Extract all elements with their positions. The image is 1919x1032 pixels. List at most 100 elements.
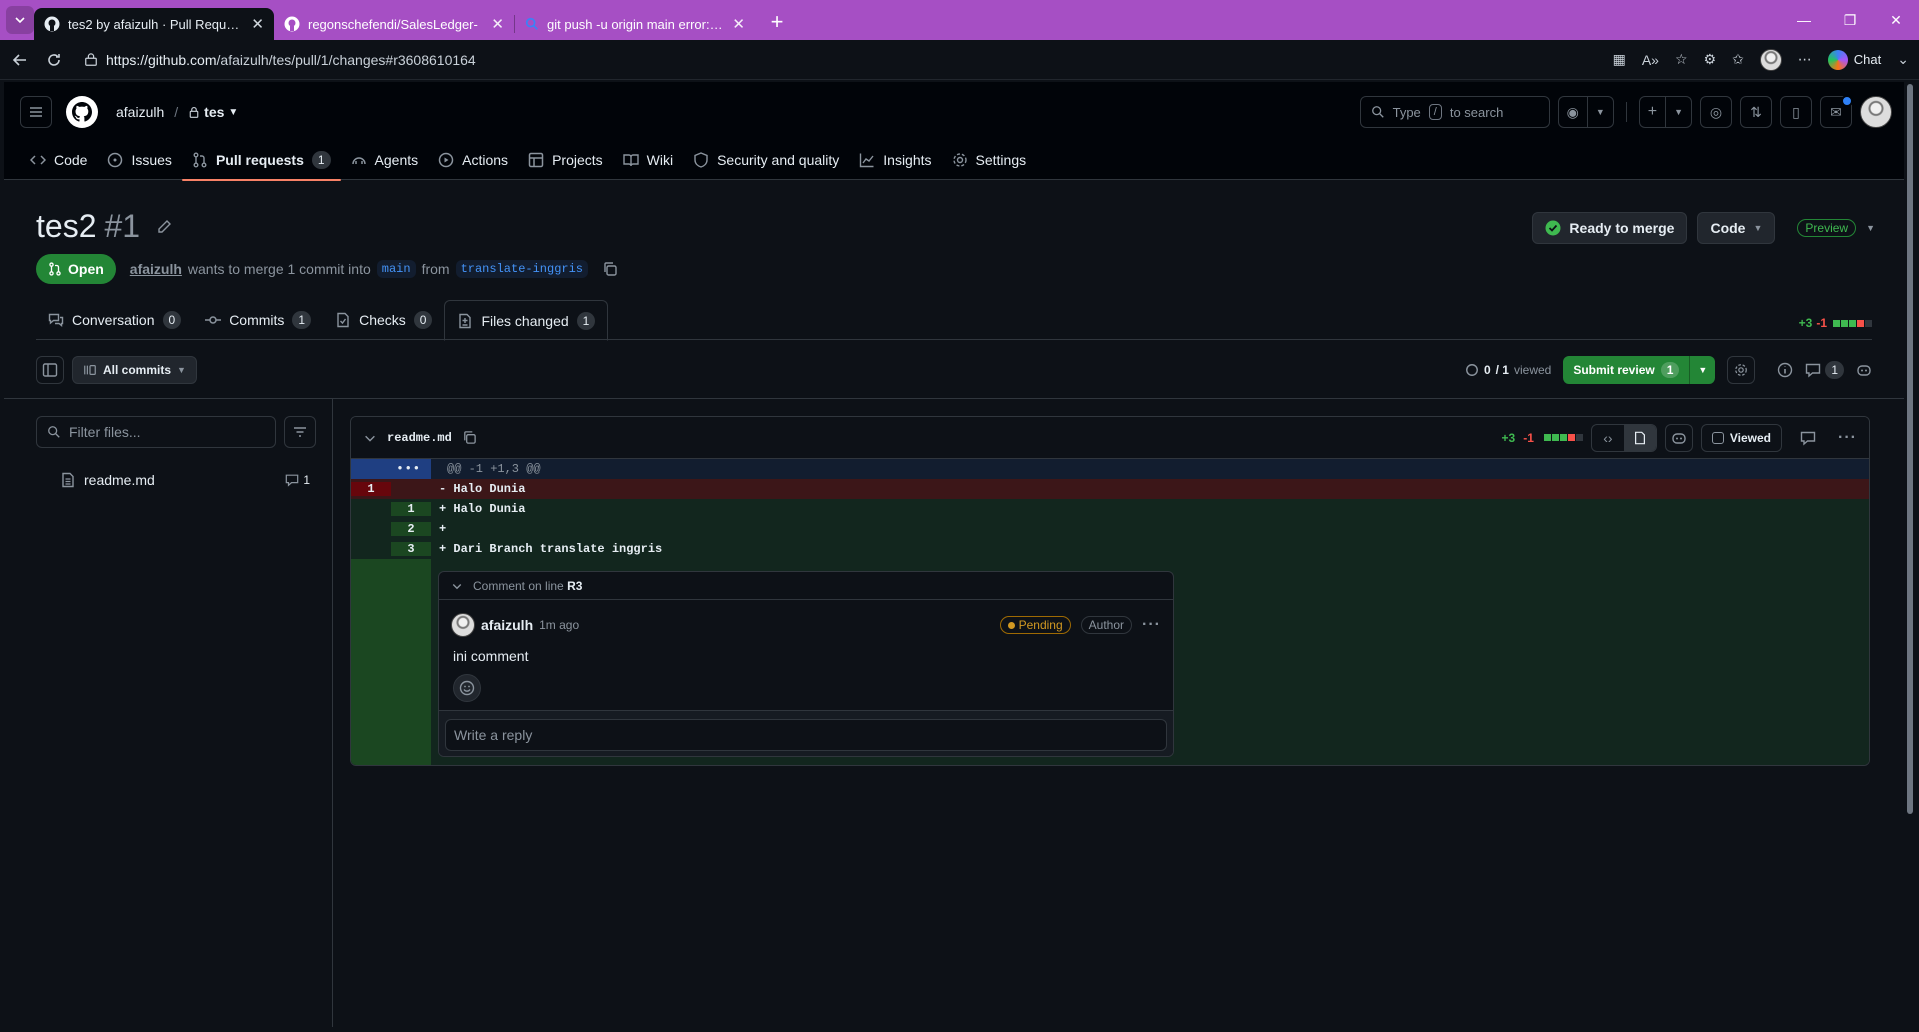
- tab-menu-button[interactable]: [6, 6, 34, 34]
- copy-icon[interactable]: [462, 430, 477, 445]
- menu-icon: [30, 107, 42, 117]
- github-logo-icon[interactable]: [66, 96, 98, 128]
- browser-tab-salesledger[interactable]: regonschefendi/SalesLedger- ✕: [274, 8, 514, 40]
- pr-author-link[interactable]: afaizulh: [130, 261, 182, 277]
- nav-projects[interactable]: Projects: [518, 140, 613, 180]
- close-window-icon[interactable]: ✕: [1873, 0, 1919, 40]
- ready-to-merge-button[interactable]: Ready to merge: [1532, 212, 1688, 244]
- copilot-icon[interactable]: [1856, 362, 1872, 378]
- copilot-button[interactable]: ◉ ▼: [1557, 96, 1614, 128]
- app-available-icon[interactable]: ▦: [1613, 51, 1626, 68]
- extensions-icon[interactable]: ⚙: [1704, 51, 1717, 68]
- tab-files-changed[interactable]: Files changed 1: [444, 300, 609, 341]
- more-menu-icon[interactable]: ⋯: [1798, 51, 1812, 68]
- preview-badge[interactable]: Preview: [1797, 219, 1857, 237]
- favorite-star-icon[interactable]: ☆: [1675, 51, 1688, 68]
- restore-icon[interactable]: ❐: [1827, 0, 1873, 40]
- comment-options-icon[interactable]: ···: [1142, 616, 1161, 634]
- browser-tab-pr[interactable]: tes2 by afaizulh · Pull Request #1 · ✕: [34, 8, 274, 40]
- nav-insights[interactable]: Insights: [849, 140, 941, 180]
- avatar[interactable]: [451, 613, 475, 637]
- head-branch[interactable]: translate-inggris: [455, 260, 588, 278]
- scrollbar-thumb[interactable]: [1907, 84, 1913, 814]
- diff-line-added[interactable]: 1 + Halo Dunia: [351, 499, 1869, 519]
- chevron-down-icon[interactable]: [363, 431, 377, 445]
- caret-down-icon[interactable]: ▼: [1866, 223, 1875, 233]
- search-input[interactable]: Type / to search: [1359, 96, 1550, 128]
- diff-settings-button[interactable]: [1727, 356, 1756, 384]
- diff-line-added[interactable]: 3 + Dari Branch translate inggris: [351, 539, 1869, 559]
- code-icon: [30, 155, 46, 165]
- url-field[interactable]: https://github.com/afaizulh/tes/pull/1/c…: [78, 46, 1599, 74]
- caret-down-icon[interactable]: ▼: [1690, 365, 1715, 375]
- favorites-icon[interactable]: ✩: [1732, 51, 1744, 68]
- nav-security[interactable]: Security and quality: [683, 140, 849, 180]
- more-options-icon[interactable]: ···: [1838, 429, 1857, 447]
- code-view-icon[interactable]: ‹›: [1592, 425, 1624, 451]
- base-branch[interactable]: main: [376, 260, 416, 278]
- inbox-icon[interactable]: ✉: [1820, 95, 1853, 128]
- refresh-icon[interactable]: [44, 52, 64, 68]
- tab-conversation[interactable]: Conversation 0: [36, 300, 193, 340]
- filter-files-input[interactable]: Filter files...: [36, 416, 276, 448]
- caret-down-icon: ▼: [1753, 223, 1763, 233]
- comment-time[interactable]: 1m ago: [539, 618, 579, 632]
- file-tree-item[interactable]: readme.md 1: [60, 468, 310, 492]
- add-reaction-button[interactable]: [453, 674, 481, 702]
- copy-icon[interactable]: [602, 261, 618, 277]
- pull-request-icon: [193, 152, 207, 168]
- repo-link[interactable]: tes ▼: [188, 104, 238, 120]
- nav-issues[interactable]: Issues: [97, 140, 181, 180]
- diff-line-added[interactable]: 2 +: [351, 519, 1869, 539]
- profile-avatar[interactable]: [1759, 48, 1782, 71]
- tab-close-icon[interactable]: ✕: [491, 15, 504, 33]
- site-info-icon[interactable]: [84, 52, 98, 67]
- pull-requests-icon[interactable]: ⇅: [1740, 96, 1772, 128]
- browser-tab-search[interactable]: git push -u origin main error: src r ✕: [515, 8, 755, 40]
- chevron-down-icon[interactable]: ⌄: [1897, 51, 1909, 68]
- hamburger-menu-button[interactable]: [20, 96, 52, 128]
- comment-icon[interactable]: [1800, 430, 1816, 446]
- nav-wiki[interactable]: Wiki: [613, 140, 683, 180]
- submit-review-button[interactable]: Submit review 1 ▼: [1563, 356, 1716, 384]
- comment-thread-header[interactable]: Comment on line R3: [439, 572, 1173, 600]
- nav-agents[interactable]: Agents: [341, 140, 429, 180]
- comments-toggle[interactable]: 1: [1805, 361, 1844, 379]
- nav-actions[interactable]: Actions: [428, 140, 518, 180]
- issues-icon[interactable]: ◎: [1700, 96, 1732, 128]
- checklist-icon: [337, 312, 349, 328]
- expand-hunk-button[interactable]: •••: [351, 459, 431, 479]
- rich-view-icon[interactable]: [1623, 424, 1656, 451]
- all-commits-dropdown[interactable]: All commits ▼: [72, 356, 197, 384]
- diff-line-deleted[interactable]: 1 - Halo Dunia: [351, 479, 1869, 499]
- back-icon[interactable]: [10, 52, 30, 68]
- info-icon[interactable]: [1777, 362, 1793, 378]
- copilot-file-button[interactable]: [1664, 423, 1693, 452]
- user-avatar[interactable]: [1860, 96, 1892, 128]
- toggle-file-tree-button[interactable]: [36, 356, 64, 384]
- minimize-icon[interactable]: —: [1781, 0, 1827, 40]
- reply-input[interactable]: Write a reply: [445, 719, 1167, 751]
- owner-link[interactable]: afaizulh: [116, 104, 164, 120]
- code-dropdown-button[interactable]: Code ▼: [1697, 212, 1776, 244]
- filter-options-button[interactable]: [284, 416, 316, 448]
- repositories-icon[interactable]: ▯: [1780, 96, 1812, 128]
- create-new-button[interactable]: + ▼: [1638, 96, 1692, 128]
- comment-author[interactable]: afaizulh: [481, 617, 533, 633]
- tab-commits[interactable]: Commits 1: [193, 300, 323, 340]
- tab-close-icon[interactable]: ✕: [251, 15, 264, 33]
- diff-file-name[interactable]: readme.md: [387, 431, 452, 445]
- nav-code[interactable]: Code: [20, 140, 97, 180]
- tab-close-icon[interactable]: ✕: [732, 15, 745, 33]
- copilot-chat-button[interactable]: Chat: [1827, 49, 1881, 70]
- nav-settings[interactable]: Settings: [942, 140, 1037, 180]
- read-aloud-icon[interactable]: A»: [1642, 52, 1659, 68]
- pr-tabs: Conversation 0 Commits 1 Checks 0 Files …: [36, 300, 1872, 341]
- nav-pull-requests[interactable]: Pull requests 1: [181, 140, 341, 181]
- gear-icon: [1735, 364, 1748, 376]
- pencil-icon[interactable]: [156, 219, 172, 235]
- new-tab-button[interactable]: +: [763, 8, 791, 36]
- tab-checks[interactable]: Checks 0: [323, 300, 444, 340]
- viewed-checkbox[interactable]: Viewed: [1700, 423, 1783, 452]
- page-scrollbar[interactable]: [1906, 84, 1914, 1028]
